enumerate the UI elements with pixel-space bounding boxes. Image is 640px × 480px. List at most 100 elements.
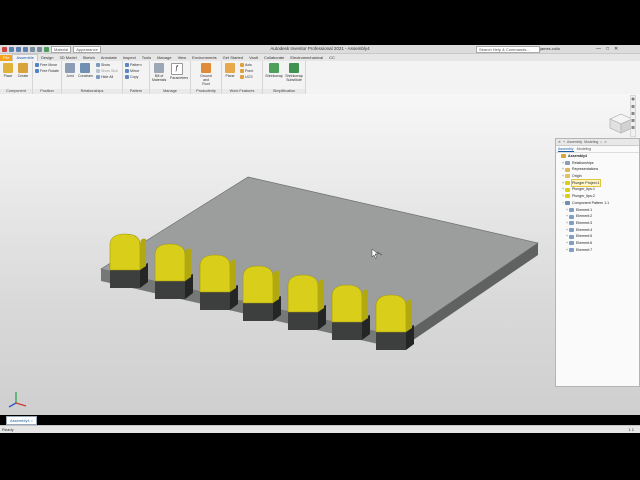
browser-tree-row[interactable]: + Element:6 [556,240,639,247]
browser-tabs: Assembly Modeling [556,146,639,153]
part-icon [565,181,570,186]
joint-button[interactable]: Joint [63,63,77,78]
browser-tree-row[interactable]: + Element:4 [556,227,639,234]
add-icon[interactable]: + [563,140,565,144]
search-help-input[interactable]: Search Help & Commands... [476,46,540,53]
new-icon[interactable] [9,46,14,52]
orbit-icon [631,119,635,122]
pan-icon [631,105,635,108]
minimize-button[interactable]: — [596,46,606,52]
ucs-icon [240,75,244,80]
part-icon [565,194,570,199]
constrain-icon [80,63,90,73]
browser-tab-assembly[interactable]: Assembly [558,146,574,152]
ribbon-tabs: File Assemble Design 3D Model Sketch Ann… [0,54,640,61]
plunger-1[interactable] [109,233,148,288]
save-icon[interactable] [23,46,28,52]
browser-tree-row[interactable]: + Element:7 [556,247,639,254]
graphics-viewport[interactable] [0,94,640,415]
show-button[interactable]: Show [96,63,110,68]
appearance-dropdown[interactable]: Appearance [73,45,101,53]
search-icon[interactable]: ⌕ [600,140,602,144]
hide-all-button[interactable]: Hide All [96,75,113,80]
plunger-2[interactable] [154,243,193,299]
browser-tree-label: Element:3 [576,220,593,225]
constrain-button[interactable]: Constrain [78,63,93,78]
free-move-button[interactable]: Free Move [35,63,57,68]
plane-button[interactable]: Plane [223,63,237,78]
redo-icon[interactable] [37,46,42,52]
plane-icon [225,63,235,73]
place-button[interactable]: Place [1,63,15,78]
material-dropdown[interactable]: Material [51,45,72,53]
browser-header-modeling[interactable]: Modeling [584,140,598,144]
close-icon[interactable]: ✕ [558,140,561,144]
title-bar: Autodesk Inventor Professional 2021 - As… [0,45,640,54]
free-rotate-button[interactable]: Free Rotate [35,69,59,74]
plunger-5[interactable] [287,274,326,330]
shrinkwrap-substitute-button[interactable]: Shrinkwrap Substitute [285,63,303,82]
plunger-7[interactable] [375,294,414,350]
browser-tree-label: Origin [572,174,582,179]
browser-tree-label: Element:7 [576,247,593,252]
browser-tree-label: Element:6 [576,240,593,245]
navigation-bar[interactable] [630,95,636,137]
zoom-icon [631,112,635,115]
app-menu-icon[interactable] [2,46,7,52]
tab-assemble[interactable]: Assemble [12,54,39,61]
model-view[interactable] [0,94,640,415]
maximize-button[interactable]: □ [606,46,614,52]
browser-tree-label: Element:2 [576,214,593,219]
document-tab-label: Assembly4 [10,418,30,423]
origin-folder-icon [565,174,570,179]
panel-manage: Bill of Materials ƒ Parameters Manage [150,61,191,94]
part-icon [565,187,570,192]
element-icon [569,234,574,239]
open-icon[interactable] [16,46,21,52]
user-name[interactable]: james.collo [540,45,560,53]
copy-icon [125,75,129,80]
plunger-3[interactable] [199,254,238,310]
parameters-button[interactable]: ƒ Parameters [170,63,188,80]
browser-tree-row[interactable]: − Component Pattern 1:1 [556,200,639,207]
ground-and-root-button[interactable]: Ground and Root [199,63,213,86]
undo-icon[interactable] [30,46,35,52]
axis-button[interactable]: Axis [240,63,252,68]
browser-header-assembly[interactable]: Assembly [567,140,582,144]
axis-triad-icon [8,392,27,408]
browser-tree-row[interactable]: Assembly4 [556,153,639,160]
element-icon [569,241,574,246]
browser-tree-row[interactable]: + Plunger Project:1 [556,178,639,188]
shrinkwrap-button[interactable]: Shrinkwrap [265,63,283,78]
close-document-icon[interactable]: × [31,418,33,423]
menu-icon[interactable]: ≡ [604,140,606,144]
bill-of-materials-button[interactable]: Bill of Materials [152,63,166,82]
ucs-button[interactable]: UCS [240,75,253,80]
browser-tree-row[interactable]: + Element:2 [556,213,639,220]
panel-component: Place Create Component [0,61,33,94]
status-text: Ready [2,427,14,432]
browser-tree-row[interactable]: + Element:3 [556,220,639,227]
mirror-button[interactable]: Mirror [125,69,139,74]
browser-tree-row[interactable]: + Element:1 [556,207,639,214]
plunger-4[interactable] [242,265,281,321]
close-button[interactable]: ✕ [614,46,623,52]
browser-tab-modeling[interactable]: Modeling [577,146,592,152]
browser-toolbar: ✕ + Assembly Modeling ⌕ ≡ [556,139,639,146]
pattern-button[interactable]: Pattern [125,63,142,68]
browser-tree-row[interactable]: + Plunger_tips:2 [556,193,639,200]
create-button[interactable]: Create [16,63,30,78]
document-tab[interactable]: Assembly4 × [6,416,38,425]
show-sick-button[interactable]: Show Sick [96,69,118,74]
copy-button[interactable]: Copy [125,75,138,80]
browser-tree-row[interactable]: + Relationships [556,160,639,167]
browser-tree-row[interactable]: + Representations [556,166,639,173]
place-icon [3,63,13,73]
plunger-6[interactable] [331,284,370,340]
browser-tree-row[interactable]: + Origin [556,173,639,180]
browser-tree-row[interactable]: + Plunger_tips:1 [556,186,639,193]
browser-tree-row[interactable]: + Element:5 [556,233,639,240]
update-icon[interactable] [44,46,49,52]
create-icon [18,63,28,73]
point-button[interactable]: Point [240,69,253,74]
